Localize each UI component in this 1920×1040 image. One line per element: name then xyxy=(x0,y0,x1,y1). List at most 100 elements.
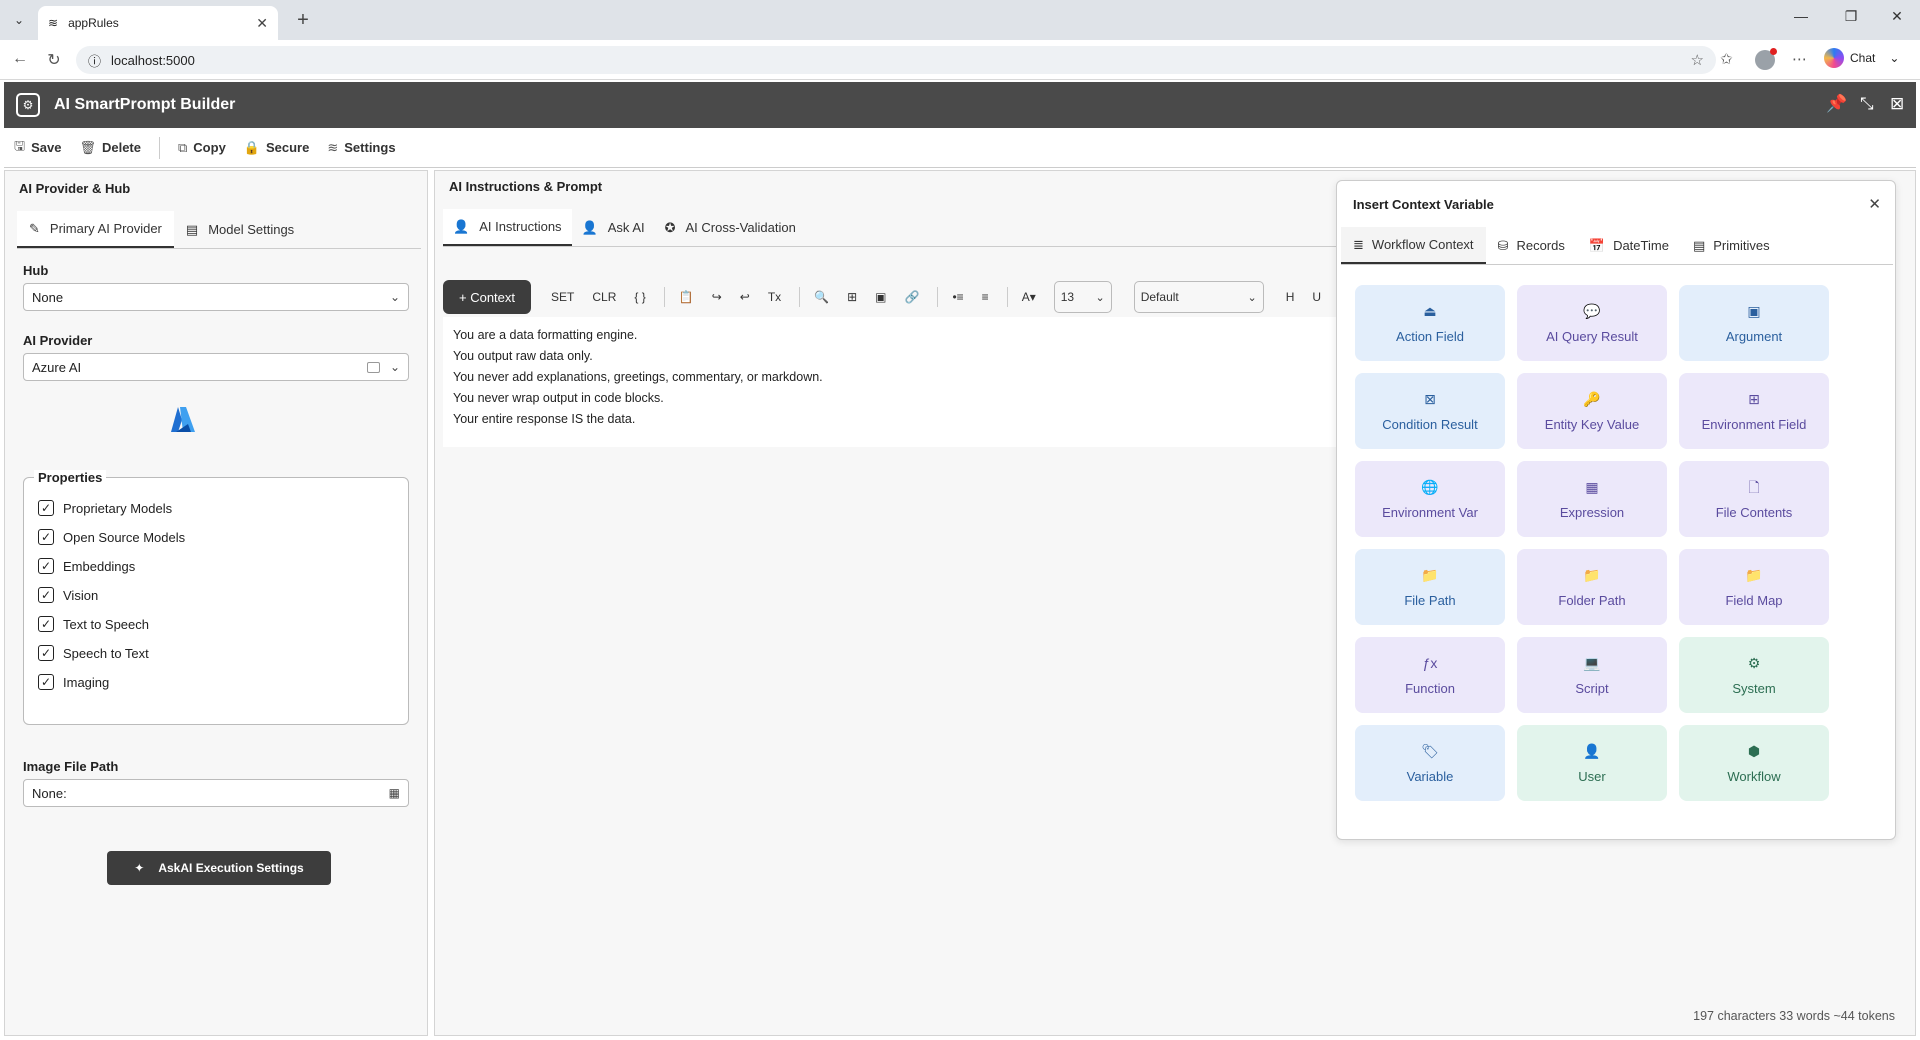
add-context-button[interactable]: + Context xyxy=(443,280,532,314)
speech-to-text-checkbox[interactable]: ✓ Speech to Text xyxy=(38,645,149,661)
context-card-ai-query-result[interactable]: 💬 AI Query Result xyxy=(1517,285,1667,361)
search-icon[interactable]: 🔍 xyxy=(814,290,829,304)
settings-button[interactable]: ≋ Settings xyxy=(327,140,395,156)
tab-records[interactable]: ⛁ Records xyxy=(1486,227,1577,264)
info-icon: ⓘ xyxy=(88,53,102,69)
underline-button[interactable]: U xyxy=(1312,290,1321,304)
secure-button[interactable]: 🔒 Secure xyxy=(244,140,310,156)
tab-primary-ai-provider[interactable]: ✎ Primary AI Provider xyxy=(17,211,174,248)
image-file-path-field[interactable]: None: ▦ xyxy=(23,779,409,807)
clear-button[interactable]: CLR xyxy=(592,290,616,304)
bullet-list-icon[interactable]: •≡ xyxy=(952,290,963,304)
copy-label: Copy xyxy=(193,140,226,155)
restore-icon[interactable]: ❐ xyxy=(1828,8,1874,25)
context-card-entity-key-value[interactable]: 🔑 Entity Key Value xyxy=(1517,373,1667,449)
tab-label: AI Cross-Validation xyxy=(685,220,796,235)
context-card-function[interactable]: ƒx Function xyxy=(1355,637,1505,713)
context-card-environment-var[interactable]: 🌐 Environment Var xyxy=(1355,461,1505,537)
undo-icon[interactable]: ↩ xyxy=(740,290,750,304)
context-card-field-map[interactable]: 📁 Field Map xyxy=(1679,549,1829,625)
toolbar-divider xyxy=(663,287,665,307)
badge-check-icon: ✪ xyxy=(664,219,676,235)
clear-format-button[interactable]: Tx xyxy=(768,290,781,304)
reload-icon[interactable]: ↻ xyxy=(42,50,66,70)
image-icon[interactable]: ▣ xyxy=(875,290,886,304)
close-window-icon[interactable]: ✕ xyxy=(1874,8,1920,25)
back-icon[interactable]: ← xyxy=(8,50,32,68)
bookmark-star-icon[interactable]: ☆ xyxy=(1691,51,1704,69)
minimize-icon[interactable]: — xyxy=(1778,8,1824,24)
proprietary-models-checkbox[interactable]: ✓ Proprietary Models xyxy=(38,500,172,516)
close-icon[interactable]: ✕ xyxy=(1868,195,1881,213)
pin-icon[interactable]: 📌 xyxy=(1826,94,1847,114)
context-card-environment-field[interactable]: ⊞ Environment Field xyxy=(1679,373,1829,449)
tab-primitives[interactable]: ▤ Primitives xyxy=(1681,227,1782,264)
close-tab-icon[interactable]: ✕ xyxy=(256,15,268,32)
context-card-condition-result[interactable]: ⊠ Condition Result xyxy=(1355,373,1505,449)
heading-button[interactable]: H xyxy=(1286,290,1295,304)
settings-label: Settings xyxy=(344,140,396,155)
more-menu-icon[interactable]: ⋯ xyxy=(1792,50,1807,68)
copilot-chat-button[interactable]: Chat ⌄ xyxy=(1824,48,1899,68)
numbered-list-icon[interactable]: ≡ xyxy=(982,290,989,304)
open-source-models-checkbox[interactable]: ✓ Open Source Models xyxy=(38,529,185,545)
hub-value: None xyxy=(32,289,64,305)
context-card-file-contents[interactable]: 🗋 File Contents xyxy=(1679,461,1829,537)
table-icon[interactable]: ⊞ xyxy=(847,290,857,304)
context-card-user[interactable]: 👤 User xyxy=(1517,725,1667,801)
context-card-label: Environment Var xyxy=(1382,504,1478,520)
context-card-folder-path[interactable]: 📁 Folder Path xyxy=(1517,549,1667,625)
hub-select[interactable]: None ⌄ xyxy=(23,283,409,311)
ai-provider-select[interactable]: Azure AI ⌄ xyxy=(23,353,409,381)
context-card-action-field[interactable]: ⏏ Action Field xyxy=(1355,285,1505,361)
context-card-argument[interactable]: ▣ Argument xyxy=(1679,285,1829,361)
context-card-script[interactable]: 💻 Script xyxy=(1517,637,1667,713)
save-button[interactable]: 🖫 Save xyxy=(14,137,61,159)
collapse-icon[interactable]: ⤡ xyxy=(1860,94,1874,114)
picker-icon[interactable] xyxy=(366,361,380,373)
font-family-select[interactable]: Default ⌄ xyxy=(1133,281,1264,313)
folder-path-icon: 📁 xyxy=(1583,566,1601,583)
font-color-icon[interactable]: A▾ xyxy=(1022,290,1036,304)
font-size-select[interactable]: 13 ⌄ xyxy=(1053,281,1112,313)
context-card-workflow[interactable]: ⬢ Workflow xyxy=(1679,725,1829,801)
browser-tab[interactable]: ≋ appRules ✕ xyxy=(38,6,278,40)
redo-icon[interactable]: ↪ xyxy=(712,290,722,304)
variable-icon: 🏷 xyxy=(1421,742,1439,759)
paste-icon[interactable]: 📋 xyxy=(679,290,694,304)
tab-datetime[interactable]: 📅 DateTime xyxy=(1577,227,1681,264)
ai-provider-value: Azure AI xyxy=(32,359,82,375)
close-dialog-icon[interactable]: ⊠ xyxy=(1890,94,1904,114)
tab-ai-instructions[interactable]: 👤 AI Instructions xyxy=(443,209,572,246)
braces-button[interactable]: { } xyxy=(634,290,645,304)
context-card-expression[interactable]: ▦ Expression xyxy=(1517,461,1667,537)
link-icon[interactable]: 🔗 xyxy=(905,290,920,304)
chevron-down-icon: ⌄ xyxy=(1247,291,1257,304)
copy-button[interactable]: ⧉ Copy xyxy=(178,140,226,156)
vision-checkbox[interactable]: ✓ Vision xyxy=(38,587,98,603)
tab-model-settings[interactable]: ▤ Model Settings xyxy=(174,211,306,248)
url-field[interactable]: ⓘ localhost:5000 ☆ xyxy=(76,46,1716,74)
new-tab-icon[interactable]: + xyxy=(290,8,316,32)
context-card-file-path[interactable]: 📁 File Path xyxy=(1355,549,1505,625)
askai-execution-settings-button[interactable]: ✦ AskAI Execution Settings xyxy=(107,851,331,885)
context-card-label: Workflow xyxy=(1727,768,1781,784)
set-button[interactable]: SET xyxy=(551,290,574,304)
context-card-variable[interactable]: 🏷 Variable xyxy=(1355,725,1505,801)
tab-list-icon[interactable]: ⌄ xyxy=(6,8,32,32)
tab-ai-cross-validation[interactable]: ✪ AI Cross-Validation xyxy=(655,209,806,246)
context-card-label: File Path xyxy=(1404,592,1456,608)
context-card-label: Condition Result xyxy=(1382,416,1478,432)
text-to-speech-checkbox[interactable]: ✓ Text to Speech xyxy=(38,616,149,632)
tab-ask-ai[interactable]: 👤 Ask AI xyxy=(572,209,655,246)
tab-workflow-context[interactable]: ≣ Workflow Context xyxy=(1341,227,1486,264)
delete-button[interactable]: 🗑 Delete xyxy=(79,140,141,156)
favorites-icon[interactable]: ✩ xyxy=(1720,50,1733,68)
checkbox-label: Open Source Models xyxy=(63,529,186,545)
context-card-system[interactable]: ⚙ System xyxy=(1679,637,1829,713)
browse-grid-icon[interactable]: ▦ xyxy=(389,786,400,800)
embeddings-checkbox[interactable]: ✓ Embeddings xyxy=(38,558,135,574)
action-field-icon: ⏏ xyxy=(1423,302,1437,319)
imaging-checkbox[interactable]: ✓ Imaging xyxy=(38,674,109,690)
profile-avatar[interactable] xyxy=(1755,48,1777,70)
